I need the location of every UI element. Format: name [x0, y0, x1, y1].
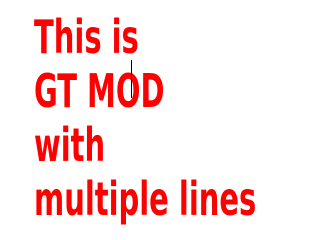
text-line-2: GT MOD — [34, 64, 165, 118]
text-line-3: with — [34, 118, 106, 172]
text-editor-area[interactable]: This is GT MOD with multiple lines — [34, 10, 263, 235]
text-line-4: multiple lines — [34, 172, 257, 226]
text-line-1: This is — [34, 10, 139, 64]
text-cursor — [131, 60, 132, 98]
